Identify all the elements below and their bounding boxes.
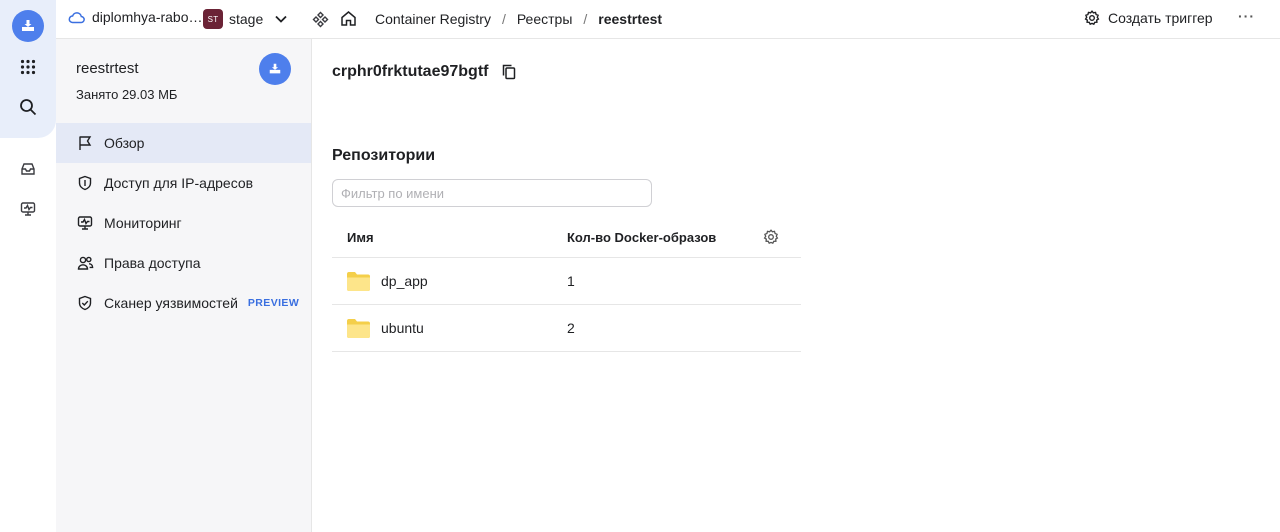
folder-icon	[347, 258, 370, 304]
container-registry-icon[interactable]	[12, 10, 44, 42]
sidebar-item-ip-access[interactable]: Доступ для IP-адресов	[56, 163, 311, 203]
create-trigger-button[interactable]: Создать триггер	[1084, 10, 1213, 26]
inbox-icon[interactable]	[12, 153, 44, 185]
breadcrumb-separator: /	[501, 11, 506, 27]
sidebar-item-vulnerability-scanner[interactable]: Сканер уязвимостей PREVIEW	[56, 283, 311, 323]
registry-usage: Занято 29.03 МБ	[76, 87, 178, 102]
container-registry-icon	[259, 53, 291, 85]
repo-name[interactable]: ubuntu	[381, 305, 424, 351]
registry-id: crphr0frktutae97bgtf	[332, 63, 489, 80]
repo-name[interactable]: dp_app	[381, 258, 428, 304]
breadcrumb-registries[interactable]: Реестры	[517, 11, 573, 27]
breadcrumb: Container Registry / Реестры / reestrtes…	[375, 11, 662, 27]
table-settings-icon[interactable]	[763, 217, 779, 257]
breadcrumb-separator: /	[583, 11, 588, 27]
breadcrumb-container-registry[interactable]: Container Registry	[375, 11, 491, 27]
create-trigger-label: Создать триггер	[1108, 10, 1213, 26]
sidebar-item-overview[interactable]: Обзор	[56, 123, 311, 163]
folder-icon	[347, 305, 370, 351]
services-icon[interactable]	[312, 11, 329, 28]
top-bar: diplomhya-rabo… ST stage Container Regis…	[56, 0, 1280, 39]
sidebar-item-label: Права доступа	[104, 255, 201, 271]
repositories-table: Имя Кол-во Docker-образов dp_app 1 ubunt…	[332, 217, 801, 352]
table-row[interactable]: dp_app 1	[332, 258, 801, 305]
cloud-icon	[68, 10, 85, 24]
apps-grid-icon[interactable]	[12, 51, 44, 83]
flag-icon	[76, 134, 94, 152]
sidebar-item-label: Мониторинг	[104, 215, 182, 231]
left-rail	[0, 0, 56, 532]
chevron-down-icon	[275, 15, 287, 23]
preview-badge: PREVIEW	[247, 297, 300, 309]
registry-id-row: crphr0frktutae97bgtf	[332, 63, 516, 81]
column-name-header[interactable]: Имя	[347, 217, 374, 257]
sidebar-item-access-rights[interactable]: Права доступа	[56, 243, 311, 283]
gear-icon	[1084, 10, 1100, 26]
image-count: 2	[567, 320, 575, 336]
sidebar: reestrtest Занято 29.03 МБ Обзор Доступ …	[56, 39, 312, 532]
more-options-icon[interactable]: ···	[1238, 8, 1255, 24]
home-icon[interactable]	[340, 10, 357, 27]
main-content: crphr0frktutae97bgtf Репозитории Имя Кол…	[312, 39, 1280, 532]
registry-title: reestrtest	[76, 60, 139, 77]
image-count: 1	[567, 273, 575, 289]
users-icon	[76, 254, 94, 272]
folder-name: stage	[229, 11, 264, 27]
shield-check-icon	[76, 294, 94, 312]
sidebar-item-monitoring[interactable]: Мониторинг	[56, 203, 311, 243]
monitor-icon	[76, 214, 94, 232]
folder-badge: ST	[203, 9, 223, 29]
sidebar-item-label: Сканер уязвимостей	[104, 295, 238, 311]
filter-input[interactable]	[332, 179, 652, 207]
cloud-name: diplomhya-rabo…	[92, 9, 203, 25]
table-row[interactable]: ubuntu 2	[332, 305, 801, 352]
folder-selector[interactable]: ST stage	[203, 9, 287, 29]
sidebar-item-label: Доступ для IP-адресов	[104, 175, 254, 191]
search-icon[interactable]	[12, 91, 44, 123]
shield-icon	[76, 174, 94, 192]
repositories-title: Репозитории	[332, 147, 436, 164]
cloud-selector[interactable]: diplomhya-rabo…	[68, 9, 203, 25]
column-count-header[interactable]: Кол-во Docker-образов	[567, 217, 716, 257]
table-header: Имя Кол-во Docker-образов	[332, 217, 801, 258]
breadcrumb-current: reestrtest	[598, 11, 663, 27]
monitoring-icon[interactable]	[12, 193, 44, 225]
copy-icon[interactable]	[502, 64, 516, 80]
sidebar-item-label: Обзор	[104, 135, 145, 151]
